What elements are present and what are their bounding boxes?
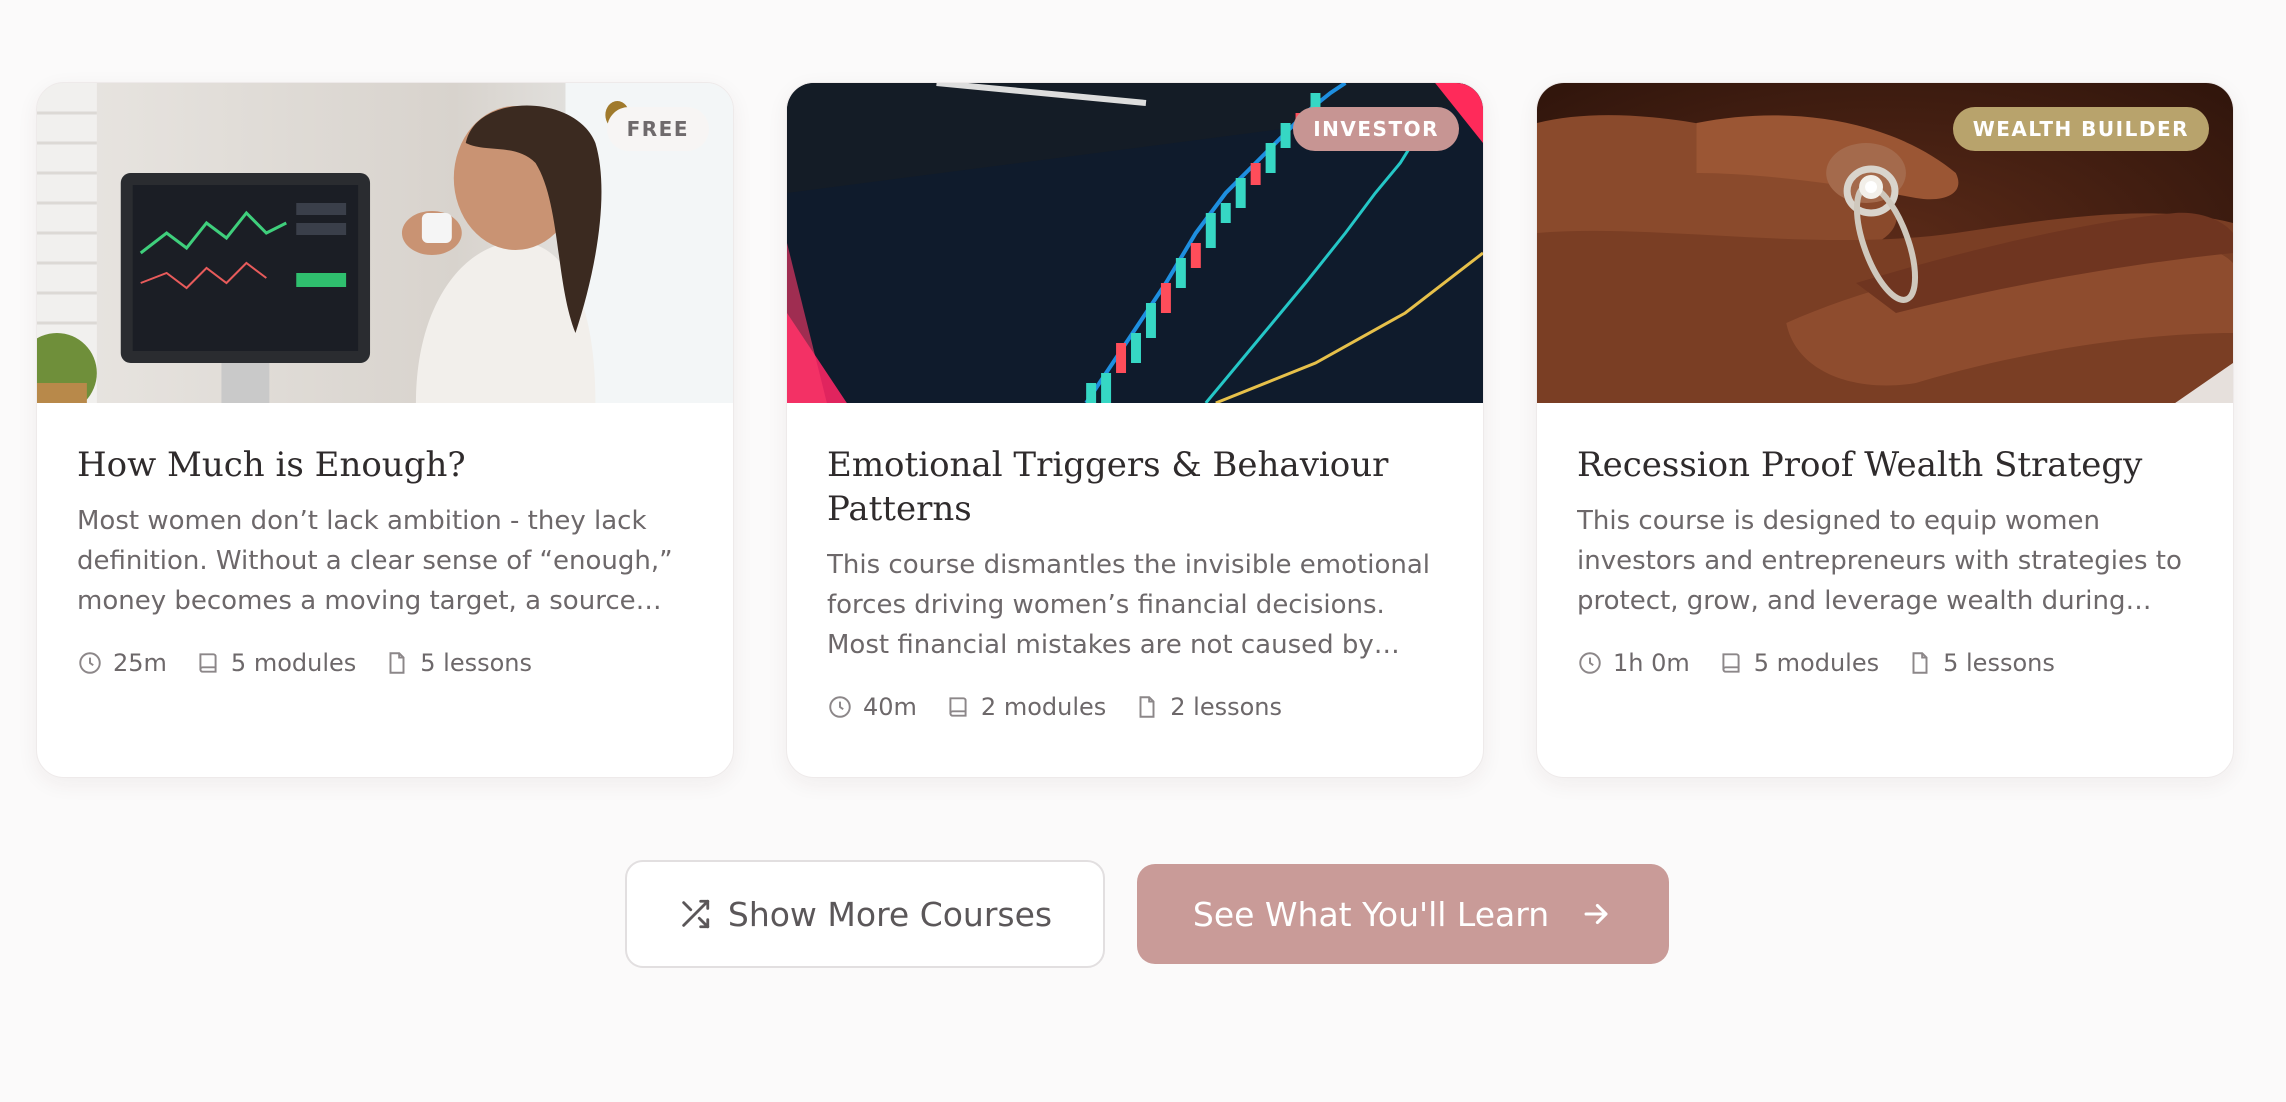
clock-icon	[79, 652, 101, 674]
course-badge: FREE	[606, 107, 709, 151]
duration-label: 1h 0m	[1613, 649, 1690, 677]
book-icon	[1722, 653, 1740, 673]
modules-label: 5 modules	[1753, 649, 1880, 677]
course-modules: 2 modules	[945, 693, 1106, 721]
file-icon	[1139, 696, 1155, 718]
course-card[interactable]: WEALTH BUILDER Recession Proof Wealth St…	[1536, 82, 2234, 778]
course-description: Most women don’t lack ambition - they la…	[77, 506, 673, 616]
course-lessons: 5 lessons	[384, 649, 532, 677]
book-icon	[949, 697, 967, 717]
lessons-label: 5 lessons	[420, 649, 533, 677]
show-more-label: Show More Courses	[727, 894, 1053, 934]
course-badge: INVESTOR	[1293, 107, 1459, 151]
course-cards: FREE How Much is Enough? Most women don’…	[36, 82, 2236, 778]
book-icon	[199, 653, 217, 673]
clock-icon	[1579, 652, 1601, 674]
course-title[interactable]: How Much is Enough?	[77, 443, 693, 487]
see-learn-label: See What You'll Learn	[1192, 894, 1550, 934]
course-duration: 25m	[77, 649, 167, 677]
shuffle-icon	[682, 899, 710, 929]
course-card[interactable]: FREE How Much is Enough? Most women don’…	[36, 82, 734, 778]
file-icon	[389, 652, 405, 674]
course-badge: WEALTH BUILDER	[1952, 107, 2209, 151]
course-meta: 40m 2 modules 2 lessons	[827, 693, 1443, 721]
course-lessons: 5 lessons	[1907, 649, 2055, 677]
course-title[interactable]: Recession Proof Wealth Strategy	[1577, 443, 2193, 487]
course-modules: 5 modules	[1718, 649, 1879, 677]
duration-label: 40m	[863, 693, 917, 721]
course-image: FREE	[37, 83, 733, 403]
lessons-label: 2 lessons	[1170, 693, 1283, 721]
clock-icon	[829, 696, 851, 718]
course-meta: 25m 5 modules 5 lessons	[77, 649, 693, 677]
course-description: This course dismantles the invisible emo…	[827, 550, 1431, 660]
course-duration: 40m	[827, 693, 917, 721]
course-title[interactable]: Emotional Triggers & Behaviour Patterns	[827, 443, 1443, 531]
file-icon	[1912, 652, 1928, 674]
arrow-right-icon	[1584, 903, 1608, 925]
course-lessons: 2 lessons	[1134, 693, 1282, 721]
duration-label: 25m	[113, 649, 167, 677]
course-image: WEALTH BUILDER	[1537, 83, 2233, 403]
course-card[interactable]: INVESTOR Emotional Triggers & Behaviour …	[786, 82, 1484, 778]
course-actions: Show More Courses See What You'll Learn	[0, 860, 2286, 968]
course-duration: 1h 0m	[1577, 649, 1690, 677]
course-meta: 1h 0m 5 modules 5 lessons	[1577, 649, 2193, 677]
modules-label: 5 modules	[230, 649, 357, 677]
course-image: INVESTOR	[787, 83, 1483, 403]
lessons-label: 5 lessons	[1943, 649, 2055, 677]
show-more-courses-button[interactable]: Show More Courses	[625, 860, 1105, 968]
modules-label: 2 modules	[980, 693, 1107, 721]
course-modules: 5 modules	[195, 649, 356, 677]
course-description: This course is designed to equip women i…	[1577, 506, 2182, 616]
see-what-youll-learn-button[interactable]: See What You'll Learn	[1137, 864, 1669, 964]
